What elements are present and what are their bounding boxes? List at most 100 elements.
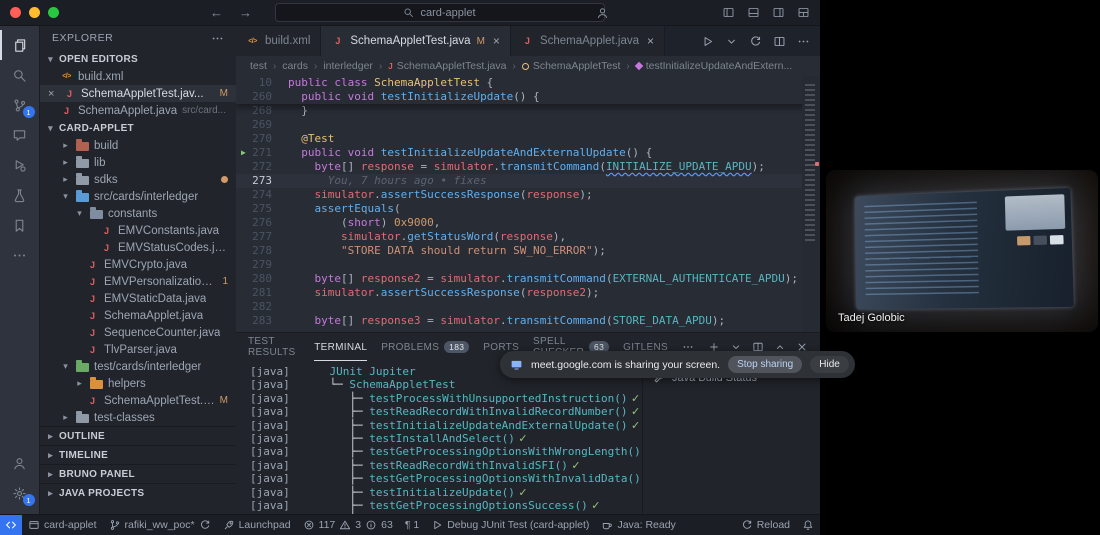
layout-right-icon[interactable] (772, 6, 785, 19)
panel-tab-problems[interactable]: PROBLEMS 183 (381, 333, 470, 361)
layout-left-icon[interactable] (722, 6, 735, 19)
remote-indicator[interactable] (0, 515, 22, 535)
activity-gear-button[interactable]: 1 (0, 478, 40, 508)
open-editor-item-build-xml[interactable]: </> build.xml (40, 68, 236, 85)
tree-item-sdks[interactable]: ▸ sdks (40, 171, 236, 188)
status-problems[interactable]: 117 3 63 (297, 515, 399, 535)
terminal-output[interactable]: [java] JUnit Jupiter [java] └─ SchemaAppl… (236, 361, 642, 514)
tree-item-build[interactable]: ▸ build (40, 137, 236, 154)
sync-button-icon[interactable] (749, 35, 762, 48)
tab-schemaapplettest-java[interactable]: J SchemaAppletTest.java M × (321, 26, 511, 56)
activity-ellipsis-button[interactable] (0, 240, 40, 270)
layout-panel-icon[interactable] (797, 6, 810, 19)
tree-item-sequencecounter-java[interactable]: J SequenceCounter.java (40, 324, 236, 341)
breadcrumb-item-interledger[interactable]: interledger (323, 60, 373, 72)
status-debug-junit-test-card-applet[interactable]: Debug JUnit Test (card-applet) (425, 515, 595, 535)
status-launchpad[interactable]: Launchpad (217, 515, 297, 535)
code-line[interactable]: 260 public void testInitializeUpdate() { (236, 90, 820, 104)
run-test-icon[interactable]: ▶ (241, 148, 246, 158)
code-line[interactable]: 275 assertEquals( (236, 202, 820, 216)
close-window-button[interactable] (10, 7, 21, 18)
breadcrumb-item-cards[interactable]: cards (282, 60, 308, 72)
code-line[interactable]: 271 ▶ public void testInitializeUpdateAnd… (236, 146, 820, 160)
run-button-icon[interactable] (701, 35, 714, 48)
minimap[interactable] (802, 76, 820, 332)
tree-item-lib[interactable]: ▸ lib (40, 154, 236, 171)
activity-files-button[interactable] (0, 30, 40, 60)
tree-item-constants[interactable]: ▾ constants (40, 205, 236, 222)
command-center[interactable]: card-applet (274, 3, 605, 22)
breadcrumb-item-schemaapplettest-java[interactable]: J SchemaAppletTest.java (388, 60, 506, 72)
code-line[interactable]: 278 "STORE DATA should return SW_NO_ERRO… (236, 244, 820, 258)
activity-run-debug-button[interactable] (0, 150, 40, 180)
sidebar-section-bruno-panel[interactable]: ▸ BRUNO PANEL (40, 464, 236, 483)
account-icon[interactable] (596, 6, 609, 19)
tree-item-schemaapplet-java[interactable]: J SchemaApplet.java (40, 307, 236, 324)
code-line[interactable]: 270 @Test (236, 132, 820, 146)
project-header[interactable]: ▾ CARD-APPLET (40, 119, 236, 137)
close-icon[interactable]: × (647, 34, 654, 48)
sidebar-section-java-projects[interactable]: ▸ JAVA PROJECTS (40, 483, 236, 502)
breadcrumb-item-test[interactable]: test (250, 60, 267, 72)
tree-item-emvstatuscodes-java[interactable]: J EMVStatusCodes.java (40, 239, 236, 256)
tree-item-emvcrypto-java[interactable]: J EMVCrypto.java (40, 256, 236, 273)
tree-item-schemaapplettest-java[interactable]: J SchemaAppletTest.java M (40, 392, 236, 409)
tree-item-test-classes[interactable]: ▸ test-classes (40, 409, 236, 426)
status-1[interactable]: ¶ 1 (399, 515, 425, 535)
status-card-applet[interactable]: card-applet (22, 515, 103, 535)
activity-person-button[interactable] (0, 448, 40, 478)
tree-item-test-cards-interledger[interactable]: ▾ test/cards/interledger (40, 358, 236, 375)
tree-item-src-cards-interledger[interactable]: ▾ src/cards/interledger (40, 188, 236, 205)
hide-button[interactable]: Hide (810, 356, 849, 373)
zoom-window-button[interactable] (48, 7, 59, 18)
stop-sharing-button[interactable]: Stop sharing (728, 356, 803, 373)
tree-item-emvstaticdata-java[interactable]: J EMVStaticData.java (40, 290, 236, 307)
tree-item-emvconstants-java[interactable]: J EMVConstants.java (40, 222, 236, 239)
run-dropdown-icon[interactable] (725, 35, 738, 48)
status-item[interactable] (796, 515, 820, 535)
tree-item-helpers[interactable]: ▸ helpers (40, 375, 236, 392)
video-tile[interactable]: Tadej Golobic (826, 170, 1098, 332)
panel-tab-terminal[interactable]: TERMINAL (314, 333, 367, 361)
open-editors-header[interactable]: ▾ OPEN EDITORS (40, 50, 236, 68)
status-java-ready[interactable]: Java: Ready (595, 515, 681, 535)
code-line[interactable]: 272 byte[] response = simulator.transmit… (236, 160, 820, 174)
activity-source-control-button[interactable]: 1 (0, 90, 40, 120)
code-line[interactable]: 283 byte[] response3 = simulator.transmi… (236, 314, 820, 328)
code-line[interactable]: 282 (236, 300, 820, 314)
code-line[interactable]: 276 (short) 0x9000, (236, 216, 820, 230)
sidebar-more-actions-icon[interactable] (211, 32, 224, 45)
panel-tab-test-results[interactable]: TEST RESULTS (248, 333, 300, 361)
tab-build-xml[interactable]: </> build.xml (236, 26, 322, 56)
tree-item-emvpersonalization-java[interactable]: J EMVPersonalization.java 1 (40, 273, 236, 290)
open-editor-item-schemaapplet-java[interactable]: J SchemaApplet.java src/card... (40, 102, 236, 119)
code-line[interactable]: 279 (236, 258, 820, 272)
status-rafiki-ww-poc[interactable]: rafiki_ww_poc* (103, 515, 217, 535)
breadcrumb-item-testinitializeupdateandextern[interactable]: testInitializeUpdateAndExtern... (634, 60, 792, 72)
open-editor-item-schemaapplettest-jav[interactable]: × J SchemaAppletTest.jav... M (40, 85, 236, 102)
activity-chat-button[interactable] (0, 120, 40, 150)
code-line[interactable]: 280 byte[] response2 = simulator.transmi… (236, 272, 820, 286)
code-line[interactable]: 273 You, 7 hours ago • fixes (236, 174, 820, 188)
code-line[interactable]: 268 } (236, 104, 820, 118)
layout-bottom-icon[interactable] (747, 6, 760, 19)
close-icon[interactable]: × (48, 88, 58, 100)
close-icon[interactable]: × (493, 34, 500, 48)
sidebar-section-outline[interactable]: ▸ OUTLINE (40, 426, 236, 445)
activity-search-button[interactable] (0, 60, 40, 90)
nav-forward-icon[interactable]: → (239, 5, 252, 20)
code-line[interactable]: 274 simulator.assertSuccessResponse(resp… (236, 188, 820, 202)
breadcrumb-item-schemaapplettest[interactable]: SchemaAppletTest (521, 60, 620, 72)
code-editor[interactable]: 10 public class SchemaAppletTest {260 pub… (236, 76, 820, 332)
tree-item-tlvparser-java[interactable]: J TlvParser.java (40, 341, 236, 358)
code-line[interactable]: 269 (236, 118, 820, 132)
code-line[interactable]: 10 public class SchemaAppletTest { (236, 76, 820, 90)
activity-bookmark-button[interactable] (0, 210, 40, 240)
nav-back-icon[interactable]: ← (210, 5, 223, 20)
code-line[interactable]: 281 simulator.assertSuccessResponse(resp… (236, 286, 820, 300)
activity-flask-button[interactable] (0, 180, 40, 210)
minimize-window-button[interactable] (29, 7, 40, 18)
sidebar-section-timeline[interactable]: ▸ TIMELINE (40, 445, 236, 464)
more-actions-icon[interactable] (797, 35, 810, 48)
tab-schemaapplet-java[interactable]: J SchemaApplet.java × (510, 26, 666, 56)
